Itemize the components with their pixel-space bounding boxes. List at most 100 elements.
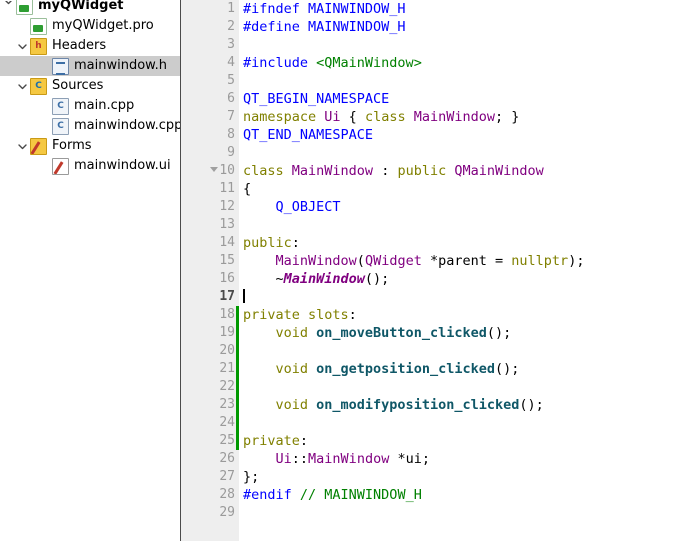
chevron-down-icon[interactable] (0, 0, 16, 16)
tree-item-label: myQWidget.pro (52, 18, 154, 33)
code-line[interactable] (243, 414, 689, 432)
code-line[interactable]: MainWindow(QWidget *parent = nullptr); (243, 252, 689, 270)
code-line[interactable] (243, 216, 689, 234)
line-number[interactable]: 27 (181, 468, 239, 486)
code-token: ( (356, 253, 365, 269)
code-line[interactable]: private slots: (243, 306, 689, 324)
line-number[interactable]: 19 (181, 324, 239, 342)
code-line[interactable]: QT_END_NAMESPACE (243, 126, 689, 144)
line-number[interactable]: 12 (181, 198, 239, 216)
code-line[interactable]: #ifndef MAINWINDOW_H (243, 0, 689, 18)
chevron-down-icon[interactable] (14, 36, 30, 56)
line-number[interactable]: 10 (181, 162, 239, 180)
tree-item-forms[interactable]: Forms (0, 136, 180, 156)
line-number[interactable]: 25 (181, 432, 239, 450)
line-number-text: 21 (219, 361, 235, 376)
line-number[interactable]: 28 (181, 486, 239, 504)
project-tree[interactable]: myQWidget myQWidget.pro Headers mainwindow.… (0, 0, 180, 176)
code-line[interactable] (243, 504, 689, 522)
code-token: void (275, 325, 317, 341)
code-line[interactable]: void on_getposition_clicked(); (243, 360, 689, 378)
code-line[interactable]: Q_OBJECT (243, 198, 689, 216)
line-number-text: 19 (219, 325, 235, 340)
code-token: (); (486, 325, 512, 341)
code-line[interactable]: #endif // MAINWINDOW_H (243, 486, 689, 504)
code-line[interactable] (243, 288, 689, 306)
tree-item-myqwidget-pro[interactable]: myQWidget.pro (0, 16, 180, 36)
code-line[interactable]: public: (243, 234, 689, 252)
line-number[interactable]: 2 (181, 18, 239, 36)
code-token: : (299, 433, 309, 449)
line-number-text: 15 (219, 253, 235, 268)
code-line[interactable]: void on_moveButton_clicked(); (243, 324, 689, 342)
tree-twisty-empty (36, 56, 52, 76)
line-number-text: 3 (227, 37, 235, 52)
code-token: QWidget (364, 253, 422, 269)
code-line[interactable] (243, 36, 689, 54)
line-number[interactable]: 11 (181, 180, 239, 198)
line-number[interactable]: 23 (181, 396, 239, 414)
code-token: public (397, 163, 455, 179)
code-line[interactable]: QT_BEGIN_NAMESPACE (243, 90, 689, 108)
code-line[interactable]: { (243, 180, 689, 198)
code-token: namespace (243, 109, 325, 125)
line-number[interactable]: 15 (181, 252, 239, 270)
tree-item-mainwindow-h[interactable]: mainwindow.h (0, 56, 180, 76)
line-number[interactable]: 18 (181, 306, 239, 324)
chevron-down-icon[interactable] (14, 76, 30, 96)
fold-collapse-icon[interactable] (210, 167, 218, 172)
line-number[interactable]: 22 (181, 378, 239, 396)
line-number[interactable]: 9 (181, 144, 239, 162)
code-line[interactable]: class MainWindow : public QMainWindow (243, 162, 689, 180)
line-number[interactable]: 16 (181, 270, 239, 288)
code-line[interactable] (243, 378, 689, 396)
code-token: on_getposition_clicked (316, 361, 495, 377)
line-number[interactable]: 1 (181, 0, 239, 18)
line-number[interactable]: 13 (181, 216, 239, 234)
line-number[interactable]: 5 (181, 72, 239, 90)
line-number[interactable]: 3 (181, 36, 239, 54)
chevron-down-icon[interactable] (14, 136, 30, 156)
code-line[interactable] (243, 342, 689, 360)
code-line[interactable]: #define MAINWINDOW_H (243, 18, 689, 36)
line-number-text: 9 (227, 145, 235, 160)
tree-item-main-cpp[interactable]: main.cpp (0, 96, 180, 116)
code-line[interactable]: }; (243, 468, 689, 486)
code-token: #ifndef (243, 1, 309, 17)
project-tree-panel[interactable]: myQWidget myQWidget.pro Headers mainwindow.… (0, 0, 181, 541)
line-number[interactable]: 24 (181, 414, 239, 432)
line-number[interactable]: 29 (181, 504, 239, 522)
code-token: MAINWINDOW_H (308, 19, 406, 35)
line-number[interactable]: 20 (181, 342, 239, 360)
code-area[interactable]: 1 2 3 4 5 6 7 8 9 10 11 12 13 14 15 16 17 18 19 20 21 22 23 24 2… (181, 0, 689, 541)
line-number[interactable]: 7 (181, 108, 239, 126)
code-token: (); (364, 271, 390, 287)
line-number[interactable]: 8 (181, 126, 239, 144)
line-number[interactable]: 21 (181, 360, 239, 378)
code-line[interactable] (243, 144, 689, 162)
tree-item-sources[interactable]: Sources (0, 76, 180, 96)
tree-item-myqwidget[interactable]: myQWidget (0, 0, 180, 16)
code-line[interactable] (243, 72, 689, 90)
code-line[interactable]: void on_modifyposition_clicked(); (243, 396, 689, 414)
code-line[interactable]: ~MainWindow(); (243, 270, 689, 288)
line-number[interactable]: 26 (181, 450, 239, 468)
code-line[interactable]: private: (243, 432, 689, 450)
code-token: QT_END_NAMESPACE (243, 127, 374, 143)
code-text-area[interactable]: #ifndef MAINWINDOW_H #define MAINWINDOW_H… (239, 0, 689, 541)
code-line[interactable]: #include <QMainWindow> (243, 54, 689, 72)
line-number[interactable]: 6 (181, 90, 239, 108)
line-number[interactable]: 17 (181, 288, 239, 306)
code-line[interactable]: Ui::MainWindow *ui; (243, 450, 689, 468)
line-number[interactable]: 4 (181, 54, 239, 72)
line-number[interactable]: 14 (181, 234, 239, 252)
tree-item-mainwindow-ui[interactable]: mainwindow.ui (0, 156, 180, 176)
code-editor-panel[interactable]: 1 2 3 4 5 6 7 8 9 10 11 12 13 14 15 16 17 18 19 20 21 22 23 24 2… (181, 0, 689, 541)
line-number-gutter[interactable]: 1 2 3 4 5 6 7 8 9 10 11 12 13 14 15 16 17 18 19 20 21 22 23 24 2… (181, 0, 239, 541)
tree-item-mainwindow-cpp[interactable]: mainwindow.cpp (0, 116, 180, 136)
code-line[interactable]: namespace Ui { class MainWindow; } (243, 108, 689, 126)
tree-item-headers[interactable]: Headers (0, 36, 180, 56)
